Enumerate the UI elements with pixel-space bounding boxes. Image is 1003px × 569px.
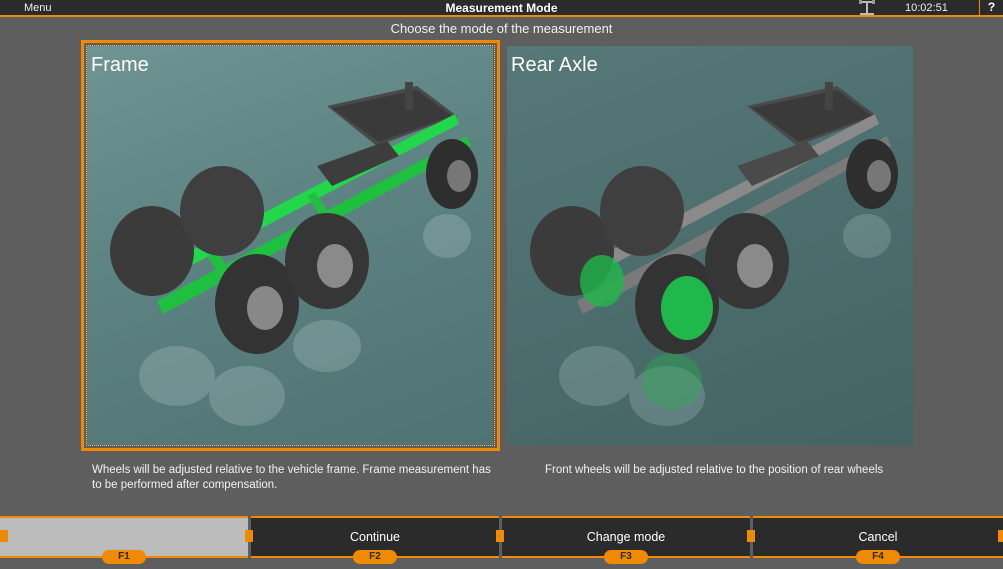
cancel-button[interactable]: Cancel F4 — [753, 516, 1003, 564]
f1-key-badge: F1 — [102, 550, 146, 564]
sensor-device-icon — [858, 0, 876, 17]
f2-key-badge: F2 — [353, 550, 397, 564]
truck-rear-axle-icon — [530, 82, 898, 426]
mode-option-rear-axle[interactable]: Rear Axle — [507, 46, 913, 445]
clock: 10:02:51 — [905, 2, 948, 14]
separator-notch — [998, 530, 1003, 542]
mode-label: Rear Axle — [511, 54, 598, 76]
help-button[interactable]: ? — [979, 0, 1003, 17]
f3-key-badge: F3 — [604, 550, 648, 564]
separator-notch — [496, 530, 504, 542]
continue-label: Continue — [349, 530, 401, 544]
page-title: Measurement Mode — [445, 1, 558, 15]
change-mode-button[interactable]: Change mode F3 — [502, 516, 750, 564]
f4-key-badge: F4 — [856, 550, 900, 564]
separator-notch — [245, 530, 253, 542]
instruction-text: Choose the mode of the measurement — [390, 21, 613, 36]
top-bar: Menu Measurement Mode 10:02:51 ? — [0, 0, 1003, 17]
mode-description-frame: Wheels will be adjusted relative to the … — [92, 464, 491, 491]
separator-notch — [747, 530, 755, 542]
cancel-label: Cancel — [858, 530, 898, 544]
f1-button[interactable]: F1 — [0, 516, 248, 564]
change-mode-label: Change mode — [586, 530, 666, 544]
mode-description-rear-axle: Front wheels will be adjusted relative t… — [545, 464, 884, 476]
continue-button[interactable]: Continue F2 — [251, 516, 499, 564]
selection-highlight — [81, 40, 500, 451]
separator-notch — [0, 530, 8, 542]
